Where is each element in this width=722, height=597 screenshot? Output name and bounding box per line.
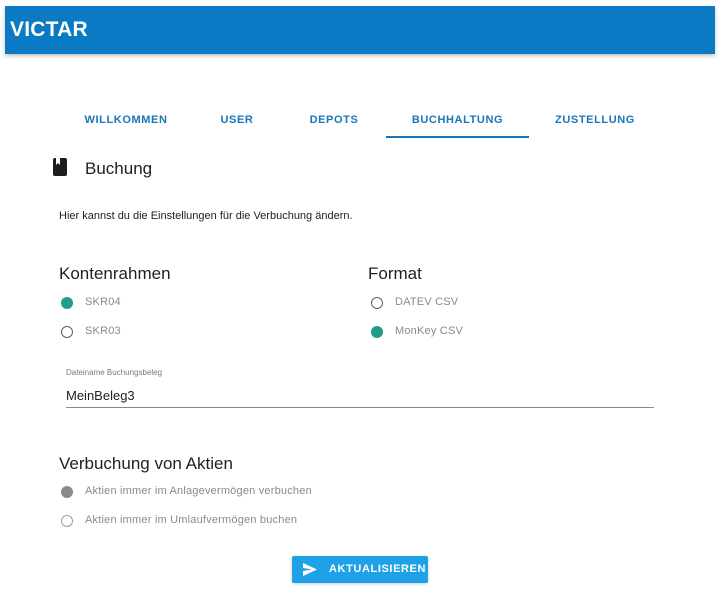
radio-dot[interactable] (61, 515, 73, 527)
description-text: Hier kannst du die Einstellungen für die… (59, 210, 353, 222)
radio-label: Aktien immer im Umlaufvermögen buchen (85, 514, 298, 526)
format-title: Format (368, 264, 422, 283)
kontenrahmen-title: Kontenrahmen (59, 264, 171, 283)
send-icon (303, 563, 317, 576)
dateiname-input[interactable] (66, 384, 654, 408)
radio-dot[interactable] (61, 326, 73, 338)
aktualisieren-label: AKTUALISIEREN (329, 563, 427, 575)
radio-dot[interactable] (61, 297, 73, 309)
aktualisieren-button[interactable]: AKTUALISIEREN (292, 556, 428, 583)
radio-dot[interactable] (371, 297, 383, 309)
app-bar: VICTAR (5, 6, 715, 54)
tab-bar: WILLKOMMEN USER DEPOTS BUCHHALTUNG ZUSTE… (60, 104, 670, 138)
aktien-title: Verbuchung von Aktien (59, 454, 233, 473)
dateiname-field: Dateiname Buchungsbeleg (66, 366, 654, 410)
tab-depots[interactable]: DEPOTS (285, 104, 383, 138)
radio-dot[interactable] (61, 486, 73, 498)
radio-label: DATEV CSV (395, 296, 459, 308)
radio-label: MonKey CSV (395, 325, 464, 337)
tab-user[interactable]: USER (202, 104, 272, 138)
section-title: Buchung (85, 159, 153, 178)
radio-label: SKR03 (85, 325, 121, 337)
radio-label: SKR04 (85, 296, 121, 308)
tab-willkommen[interactable]: WILLKOMMEN (60, 104, 192, 138)
tab-zustellung[interactable]: ZUSTELLUNG (535, 104, 655, 138)
tab-buchhaltung[interactable]: BUCHHALTUNG (386, 104, 529, 138)
book-icon (53, 158, 67, 176)
app-title: VICTAR (10, 18, 88, 41)
dateiname-label: Dateiname Buchungsbeleg (66, 368, 163, 377)
radio-label: Aktien immer im Anlagevermögen verbuchen (85, 485, 312, 497)
radio-dot[interactable] (371, 326, 383, 338)
